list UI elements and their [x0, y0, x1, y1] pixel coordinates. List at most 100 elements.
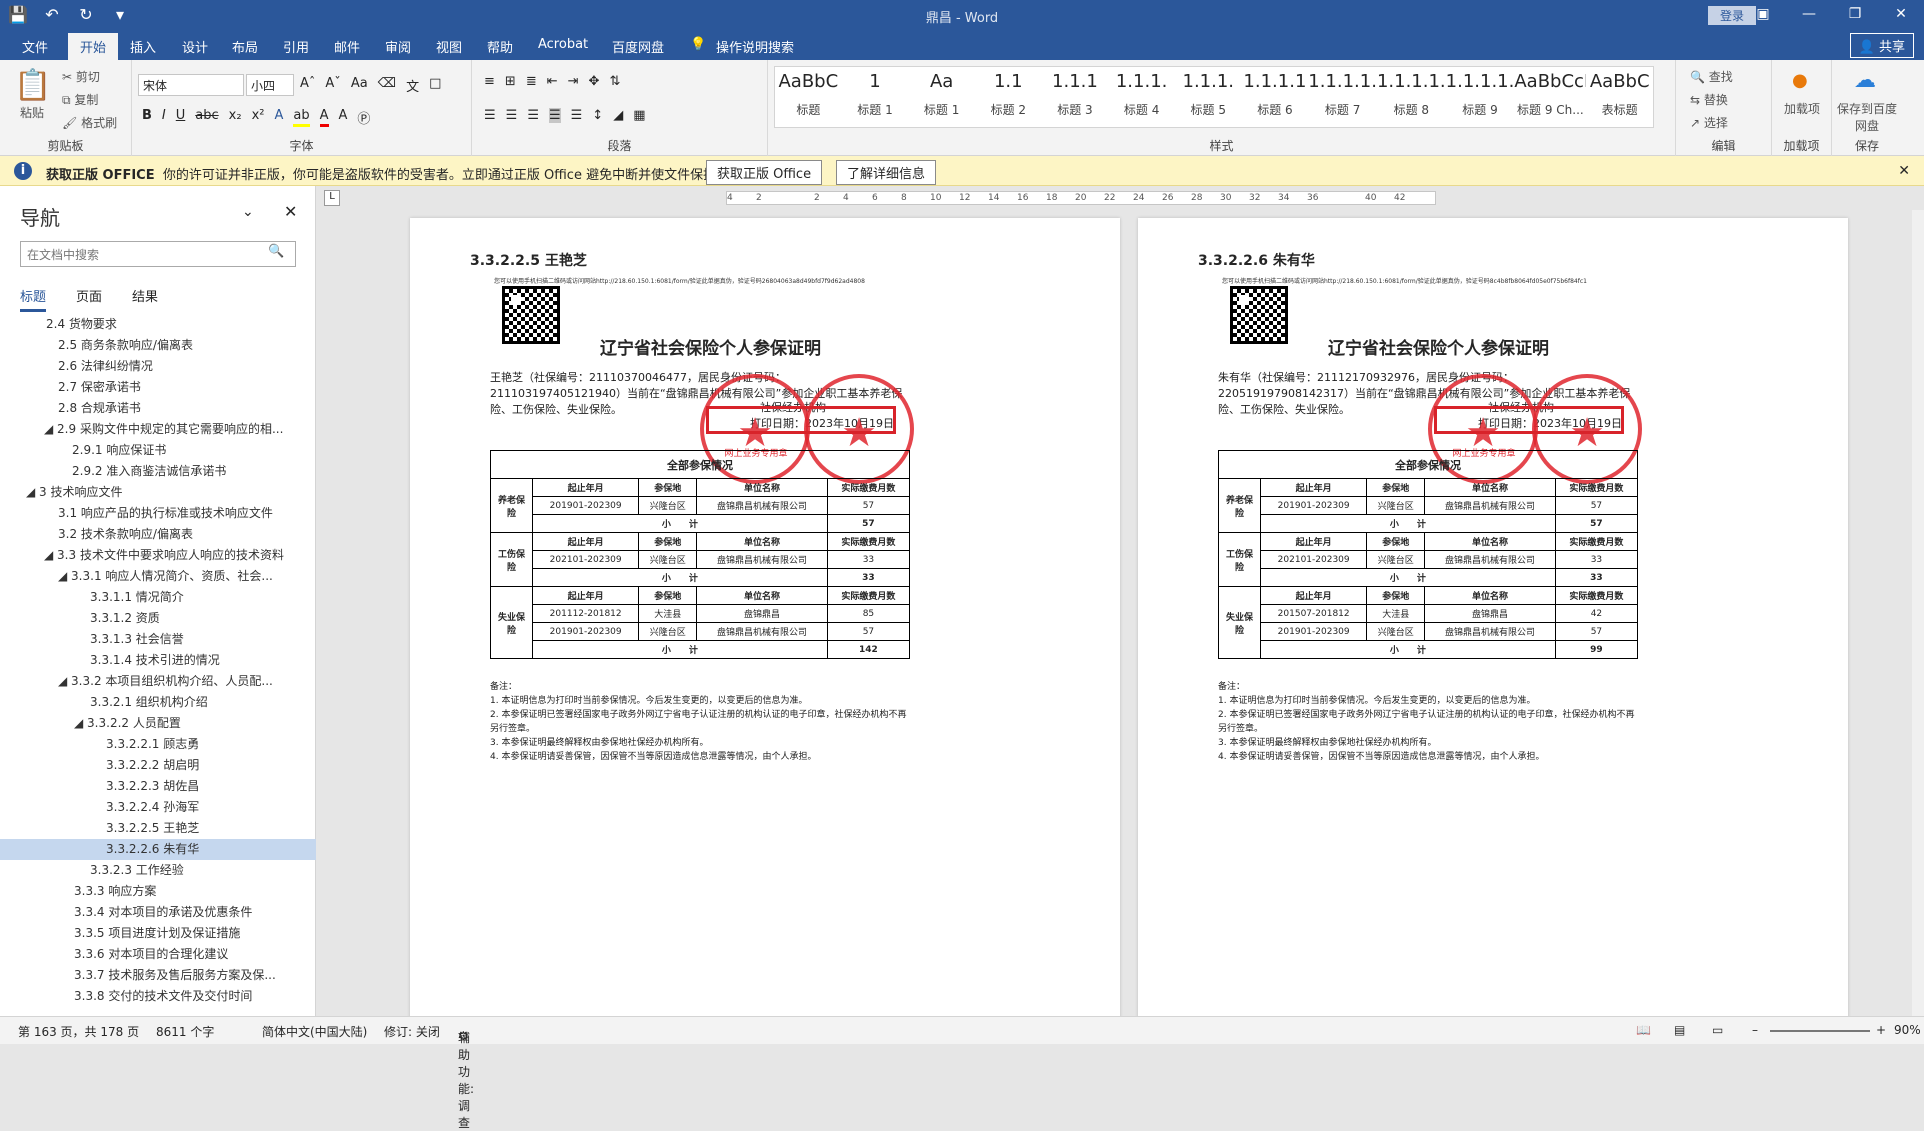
nav-heading-item[interactable]: 3.3.3 响应方案	[0, 881, 316, 902]
track-changes-status[interactable]: 修订: 关闭	[384, 1023, 440, 1040]
tab-file[interactable]: 文件	[22, 37, 48, 56]
page-count[interactable]: 第 163 页，共 178 页	[18, 1023, 139, 1040]
nav-heading-item[interactable]: ◢ 3.3 技术文件中要求响应人响应的技术资料	[0, 545, 316, 566]
nav-heading-item[interactable]: 2.8 合规承诺书	[0, 398, 316, 419]
nav-heading-item[interactable]: 3.3.7 技术服务及售后服务方案及保...	[0, 965, 316, 986]
numbering-icon[interactable]: ⊞	[505, 74, 516, 89]
maximize-icon[interactable]: ❐	[1832, 0, 1878, 30]
nav-heading-item[interactable]: ◢ 3.3.1 响应人情况简介、资质、社会...	[0, 566, 316, 587]
find-button[interactable]: 🔍 查找	[1690, 68, 1733, 85]
sort-icon[interactable]: ⇅	[609, 74, 620, 89]
select-button[interactable]: ↗ 选择	[1690, 114, 1728, 131]
char-shading-icon[interactable]: A	[339, 108, 348, 127]
cloud-icon[interactable]: ☁	[1854, 68, 1876, 93]
nav-tab-results[interactable]: 结果	[132, 286, 158, 312]
tab-insert[interactable]: 插入	[130, 37, 156, 56]
vertical-scrollbar[interactable]	[1912, 210, 1924, 1016]
borders-icon[interactable]: ▦	[633, 108, 645, 123]
word-count[interactable]: 8611 个字	[156, 1023, 214, 1040]
web-layout-icon[interactable]: ▭	[1712, 1023, 1723, 1037]
decrease-indent-icon[interactable]: ⇤	[547, 74, 558, 89]
tab-help[interactable]: 帮助	[487, 37, 513, 56]
close-icon[interactable]: ✕	[284, 202, 297, 221]
nav-heading-item[interactable]: 3.1 响应产品的执行标准或技术响应文件	[0, 503, 316, 524]
close-icon[interactable]: ✕	[1898, 163, 1910, 179]
tab-selector-icon[interactable]: L	[324, 190, 340, 206]
read-mode-icon[interactable]: 📖	[1636, 1023, 1651, 1037]
italic-icon[interactable]: I	[162, 108, 166, 127]
tab-layout[interactable]: 布局	[232, 37, 258, 56]
nav-heading-item[interactable]: 3.3.1.4 技术引进的情况	[0, 650, 316, 671]
font-size-select[interactable]: 小四	[246, 74, 294, 96]
print-layout-icon[interactable]: ▤	[1674, 1023, 1685, 1037]
align-center-icon[interactable]: ☰	[506, 108, 518, 123]
text-effects-icon[interactable]: A	[274, 108, 283, 127]
nav-heading-item[interactable]: 3.3.1.3 社会信誉	[0, 629, 316, 650]
nav-heading-item[interactable]: 3.3.8 交付的技术文件及交付时间	[0, 986, 316, 1007]
nav-heading-item[interactable]: 2.9.1 响应保证书	[0, 440, 316, 461]
replace-button[interactable]: ⇆ 替换	[1690, 91, 1728, 108]
clear-format-icon[interactable]: ⌫	[378, 76, 396, 95]
increase-indent-icon[interactable]: ⇥	[568, 74, 579, 89]
nav-heading-item[interactable]: ◢ 3.3.2.2 人员配置	[0, 713, 316, 734]
grow-font-icon[interactable]: Aˆ	[300, 76, 315, 95]
nav-heading-item[interactable]: 3.3.6 对本项目的合理化建议	[0, 944, 316, 965]
zoom-in-icon[interactable]: +	[1876, 1023, 1886, 1037]
nav-heading-item[interactable]: 3.3.2.2.3 胡佐昌	[0, 776, 316, 797]
chevron-down-icon[interactable]: ⌄	[242, 204, 254, 220]
format-painter-button[interactable]: 🖌 格式刷	[62, 114, 117, 131]
nav-heading-item[interactable]: 3.3.2.2.6 朱有华	[0, 839, 316, 860]
char-border-icon[interactable]: □	[429, 76, 441, 95]
nav-heading-item[interactable]: 2.6 法律纠纷情况	[0, 356, 316, 377]
nav-tab-headings[interactable]: 标题	[20, 286, 47, 312]
nav-heading-item[interactable]: ◢ 3 技术响应文件	[0, 482, 316, 503]
nav-tab-pages[interactable]: 页面	[76, 286, 102, 312]
paste-icon[interactable]: 📋	[14, 68, 51, 103]
addins-icon[interactable]: ●	[1792, 70, 1808, 91]
align-left-icon[interactable]: ☰	[484, 108, 496, 123]
ribbon-display-icon[interactable]: ▣	[1740, 0, 1786, 30]
cut-button[interactable]: ✂ 剪切	[62, 68, 100, 85]
shading-icon[interactable]: ◢	[613, 108, 623, 123]
language-status[interactable]: 简体中文(中国大陆)	[262, 1023, 367, 1040]
zoom-slider[interactable]	[1770, 1030, 1870, 1032]
subscript-icon[interactable]: x₂	[229, 108, 242, 127]
shrink-font-icon[interactable]: Aˇ	[325, 76, 340, 95]
tab-review[interactable]: 审阅	[385, 37, 411, 56]
save-to-baidu-button[interactable]: 保存到百度网盘	[1836, 100, 1898, 134]
tab-view[interactable]: 视图	[436, 37, 462, 56]
nav-heading-item[interactable]: 3.3.4 对本项目的承诺及优惠条件	[0, 902, 316, 923]
learn-more-button[interactable]: 了解详细信息	[836, 160, 937, 185]
strikethrough-icon[interactable]: abc	[195, 108, 218, 127]
distributed-icon[interactable]: ☰	[571, 108, 583, 123]
underline-icon[interactable]: U	[176, 108, 186, 127]
zoom-level[interactable]: 90%	[1894, 1023, 1921, 1037]
tab-mailings[interactable]: 邮件	[334, 37, 360, 56]
multilevel-list-icon[interactable]: ≣	[526, 74, 537, 89]
justify-icon[interactable]: ☰	[548, 108, 561, 123]
document-page[interactable]: 3.3.2.2.6 朱有华 您可以使用手机扫描二维码或访问网站http://218…	[1138, 218, 1848, 1016]
nav-heading-item[interactable]: 3.3.2.2.5 王艳芝	[0, 818, 316, 839]
enclose-char-icon[interactable]: Ⓟ	[357, 108, 370, 127]
font-name-select[interactable]: 宋体	[138, 74, 244, 96]
bullets-icon[interactable]: ≡	[484, 74, 495, 89]
search-icon[interactable]: 🔍	[268, 244, 284, 259]
nav-heading-item[interactable]: 3.3.1.1 情况简介	[0, 587, 316, 608]
get-genuine-button[interactable]: 获取正版 Office	[706, 160, 823, 185]
copy-button[interactable]: ⧉ 复制	[62, 91, 98, 108]
line-spacing-icon[interactable]: ↕	[592, 108, 603, 123]
nav-heading-item[interactable]: ◢ 2.9 采购文件中规定的其它需要响应的相...	[0, 419, 316, 440]
tab-references[interactable]: 引用	[283, 37, 309, 56]
tab-baidu-netdisk[interactable]: 百度网盘	[612, 37, 664, 56]
nav-heading-item[interactable]: 2.7 保密承诺书	[0, 377, 316, 398]
nav-heading-item[interactable]: ◢ 3.3.2 本项目组织机构介绍、人员配...	[0, 671, 316, 692]
minimize-icon[interactable]: —	[1786, 0, 1832, 30]
nav-heading-item[interactable]: 3.3.2.2.2 胡启明	[0, 755, 316, 776]
share-button[interactable]: 👤 共享	[1849, 33, 1914, 58]
zoom-out-icon[interactable]: –	[1752, 1023, 1758, 1037]
font-color-icon[interactable]: A	[319, 108, 329, 127]
nav-heading-item[interactable]: 3.3.5 项目进度计划及保证措施	[0, 923, 316, 944]
nav-heading-item[interactable]: 2.4 货物要求	[0, 314, 316, 335]
bold-icon[interactable]: B	[142, 108, 152, 127]
nav-heading-item[interactable]: 3.3.2.1 组织机构介绍	[0, 692, 316, 713]
